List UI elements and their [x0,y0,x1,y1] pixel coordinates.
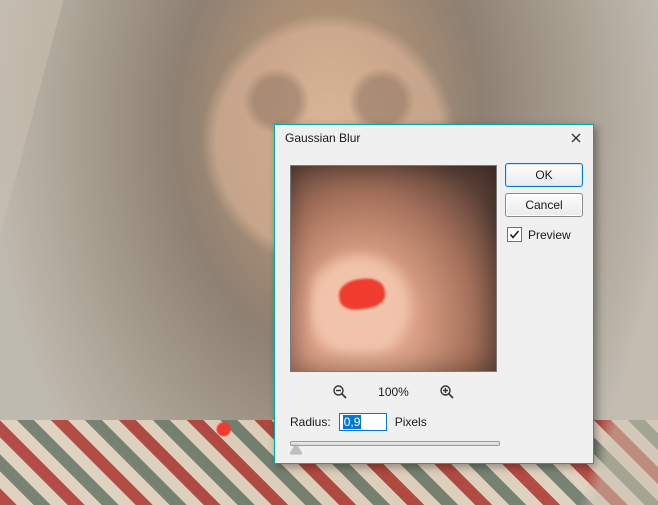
close-button[interactable] [565,129,587,147]
zoom-in-icon [439,384,455,400]
radius-slider[interactable] [290,437,500,453]
slider-thumb[interactable] [290,444,302,454]
preview-area[interactable] [290,165,497,372]
dialog-title: Gaussian Blur [285,131,565,145]
slider-track [290,441,500,446]
zoom-level: 100% [378,385,409,399]
check-icon [509,229,520,240]
cancel-button[interactable]: Cancel [505,193,583,217]
checkbox-box [507,227,522,242]
radius-unit: Pixels [395,415,427,429]
zoom-in-button[interactable] [439,384,455,400]
ok-label: OK [535,168,552,182]
preview-label: Preview [528,228,571,242]
cancel-label: Cancel [525,198,562,212]
preview-checkbox[interactable]: Preview [505,227,583,242]
close-icon [571,133,581,143]
radius-input[interactable]: 0,9 [339,413,387,431]
radius-label: Radius: [290,415,331,429]
radius-value: 0,9 [343,415,362,429]
zoom-out-button[interactable] [332,384,348,400]
gaussian-blur-dialog: Gaussian Blur 100% [274,124,594,464]
dialog-titlebar[interactable]: Gaussian Blur [275,125,593,151]
ok-button[interactable]: OK [505,163,583,187]
zoom-out-icon [332,384,348,400]
